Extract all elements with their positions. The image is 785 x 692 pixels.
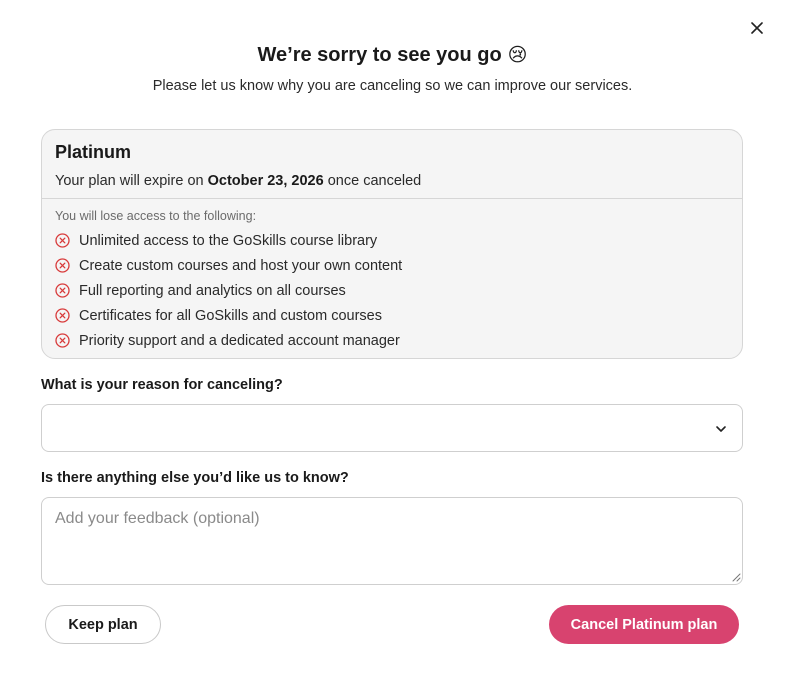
lost-features: You will lose access to the following: U…	[42, 199, 742, 353]
feedback-textarea[interactable]	[41, 497, 743, 585]
list-item: Full reporting and analytics on all cour…	[55, 278, 729, 303]
list-item: Certificates for all GoSkills and custom…	[55, 303, 729, 328]
lose-access-label: You will lose access to the following:	[55, 209, 257, 223]
x-circle-icon	[55, 258, 70, 273]
x-circle-icon	[55, 333, 70, 348]
crying-face-emoji: 😢	[507, 45, 528, 66]
keep-plan-button[interactable]: Keep plan	[45, 605, 161, 644]
reason-label: What is your reason for canceling?	[41, 377, 283, 393]
x-circle-icon	[55, 233, 70, 248]
list-item: Create custom courses and host your own …	[55, 253, 729, 278]
dialog-subtitle: Please let us know why you are canceling…	[152, 78, 633, 94]
feedback-label: Is there anything else you’d like us to …	[41, 470, 349, 486]
dialog-header: We’re sorry to see you go 😢	[0, 44, 785, 67]
close-button[interactable]	[747, 18, 767, 38]
plan-header: Platinum Your plan will expire on Octobe…	[42, 130, 742, 199]
dialog-title: We’re sorry to see you go	[257, 44, 502, 66]
expiry-date: October 23, 2026	[207, 173, 324, 189]
chevron-down-icon	[716, 426, 726, 432]
feature-text: Full reporting and analytics on all cour…	[79, 282, 346, 299]
plan-expiry-text: Your plan will expire on October 23, 202…	[55, 173, 729, 189]
list-item: Priority support and a dedicated account…	[55, 328, 729, 353]
close-icon	[751, 22, 763, 34]
cancel-plan-button[interactable]: Cancel Platinum plan	[549, 605, 739, 644]
plan-name: Platinum	[55, 142, 132, 162]
feature-text: Certificates for all GoSkills and custom…	[79, 307, 382, 324]
expiry-suffix: once canceled	[327, 173, 422, 189]
feature-text: Priority support and a dedicated account…	[79, 332, 400, 349]
reason-select[interactable]	[41, 404, 743, 452]
feature-text: Create custom courses and host your own …	[79, 257, 403, 274]
x-circle-icon	[55, 283, 70, 298]
plan-summary-card: Platinum Your plan will expire on Octobe…	[41, 129, 743, 359]
expiry-prefix: Your plan will expire on	[55, 173, 204, 189]
x-circle-icon	[55, 308, 70, 323]
feature-text: Unlimited access to the GoSkills course …	[79, 232, 378, 249]
list-item: Unlimited access to the GoSkills course …	[55, 228, 729, 253]
resize-handle-icon[interactable]	[732, 573, 741, 582]
